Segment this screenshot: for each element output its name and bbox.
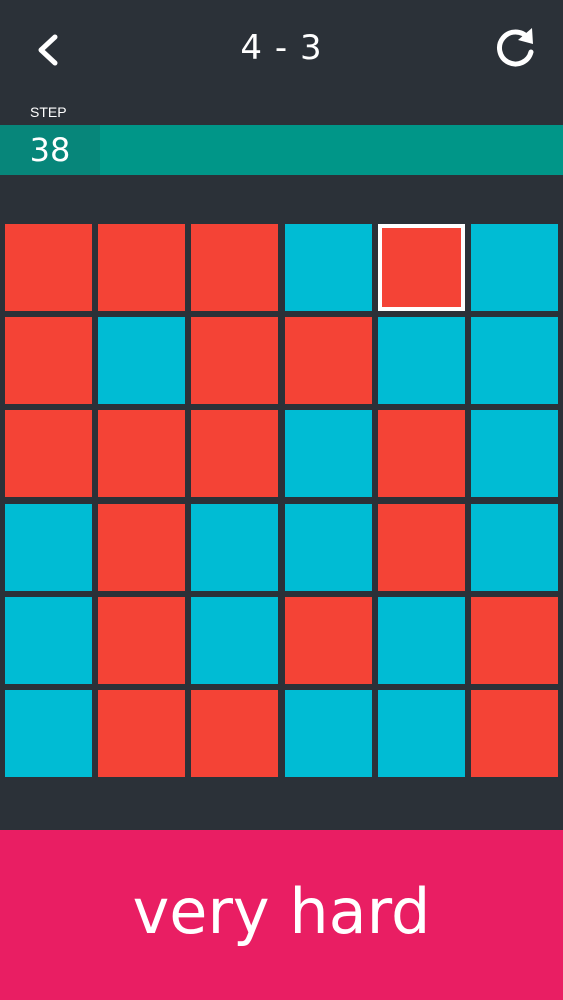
difficulty-label: very hard — [132, 874, 431, 948]
step-count: 38 — [29, 131, 71, 169]
tile-blue-r6-c4[interactable] — [285, 690, 372, 777]
tile-red-r1-c3[interactable] — [191, 224, 278, 311]
tile-blue-r1-c4[interactable] — [285, 224, 372, 311]
tile-red-r1-c2[interactable] — [98, 224, 185, 311]
tile-blue-r3-c4[interactable] — [285, 410, 372, 497]
tile-blue-r6-c1[interactable] — [5, 690, 92, 777]
tile-blue-r4-c3[interactable] — [191, 504, 278, 591]
tile-red-r5-c6[interactable] — [471, 597, 558, 684]
tile-blue-r4-c4[interactable] — [285, 504, 372, 591]
tile-red-r3-c1[interactable] — [5, 410, 92, 497]
tile-blue-r5-c1[interactable] — [5, 597, 92, 684]
step-count-box: 38 — [0, 125, 100, 175]
refresh-icon — [492, 25, 538, 75]
tile-red-r1-c1[interactable] — [5, 224, 92, 311]
tile-red-r5-c4[interactable] — [285, 597, 372, 684]
tile-red-r2-c1[interactable] — [5, 317, 92, 404]
tile-red-r6-c6[interactable] — [471, 690, 558, 777]
step-label: STEP — [30, 104, 67, 120]
tile-blue-r2-c2[interactable] — [98, 317, 185, 404]
tile-blue-r5-c5[interactable] — [378, 597, 465, 684]
tile-blue-r4-c1[interactable] — [5, 504, 92, 591]
tile-red-r4-c5[interactable] — [378, 504, 465, 591]
tile-red-r3-c5[interactable] — [378, 410, 465, 497]
puzzle-board — [5, 224, 560, 777]
tile-blue-r6-c5[interactable] — [378, 690, 465, 777]
tile-blue-r5-c3[interactable] — [191, 597, 278, 684]
tile-red-r3-c2[interactable] — [98, 410, 185, 497]
tile-red-r1-c5[interactable] — [378, 224, 465, 311]
tile-blue-r2-c5[interactable] — [378, 317, 465, 404]
top-bar: 4 - 3 — [0, 0, 563, 100]
tile-red-r3-c3[interactable] — [191, 410, 278, 497]
tile-blue-r4-c6[interactable] — [471, 504, 558, 591]
tile-blue-r3-c6[interactable] — [471, 410, 558, 497]
tile-blue-r2-c6[interactable] — [471, 317, 558, 404]
tile-red-r4-c2[interactable] — [98, 504, 185, 591]
restart-button[interactable] — [489, 24, 541, 76]
tile-red-r5-c2[interactable] — [98, 597, 185, 684]
tile-red-r2-c4[interactable] — [285, 317, 372, 404]
tile-red-r6-c3[interactable] — [191, 690, 278, 777]
difficulty-banner: very hard — [0, 830, 563, 1000]
game-screen: 4 - 3 STEP 38 very hard — [0, 0, 563, 1000]
tile-red-r2-c3[interactable] — [191, 317, 278, 404]
level-title: 4 - 3 — [240, 28, 323, 68]
step-bar: 38 — [0, 125, 563, 175]
tile-red-r6-c2[interactable] — [98, 690, 185, 777]
tile-blue-r1-c6[interactable] — [471, 224, 558, 311]
